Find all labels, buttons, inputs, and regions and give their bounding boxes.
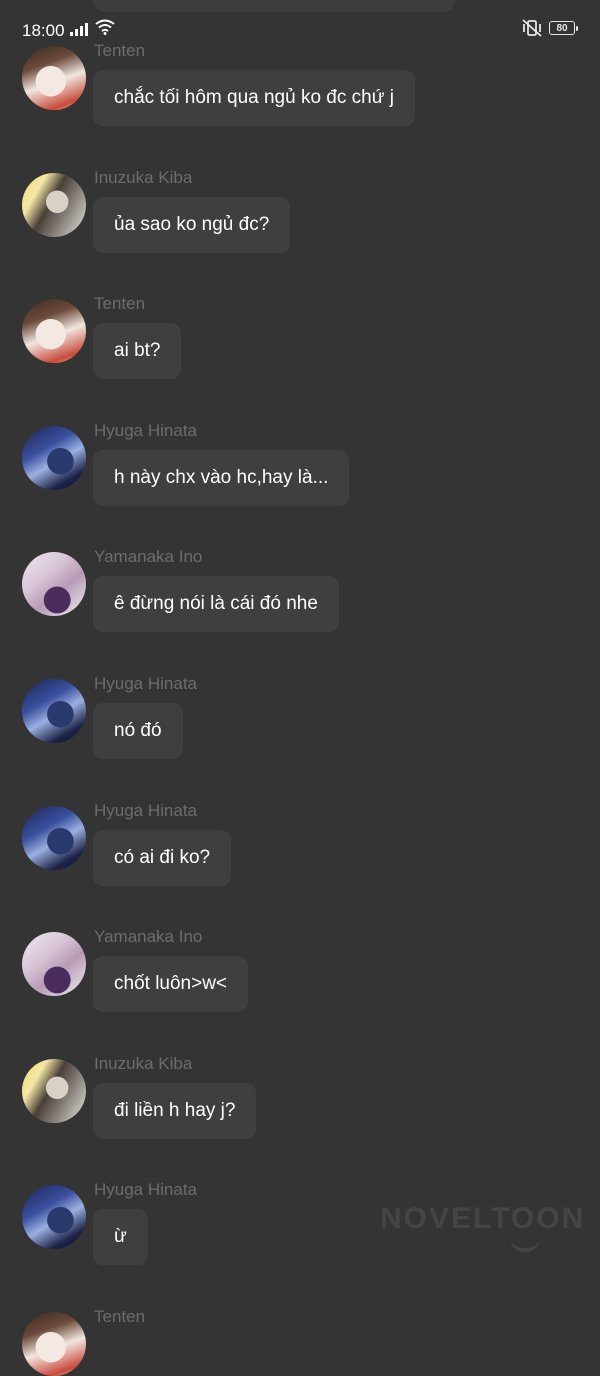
status-time: 18:00: [22, 21, 65, 40]
hinata-avatar[interactable]: [22, 425, 86, 490]
hinata-avatar[interactable]: [22, 679, 86, 743]
message-bubble[interactable]: có ai đi ko?: [93, 829, 232, 886]
kiba-avatar[interactable]: [22, 172, 86, 237]
message-bubble[interactable]: chốt luôn>w<: [93, 956, 249, 1013]
kiba-avatar[interactable]: [22, 1058, 86, 1123]
sender-name: Inuzuka Kiba: [94, 1053, 193, 1073]
tenten-avatar[interactable]: [22, 1312, 86, 1376]
sender-name: Hyuga Hinata: [94, 1180, 198, 1200]
sender-name: Tenten: [94, 294, 146, 314]
message-bubble-partial: [93, 0, 455, 12]
battery-icon: 80: [549, 21, 578, 35]
tenten-avatar[interactable]: [22, 299, 86, 364]
message-bubble[interactable]: ừ: [93, 1209, 148, 1266]
signal-icon: [70, 22, 88, 36]
sender-name: Hyuga Hinata: [94, 800, 198, 820]
message-bubble[interactable]: h này chx vào hc,hay là...: [93, 449, 350, 506]
message-bubble[interactable]: ê đừng nói là cái đó nhe: [93, 576, 339, 633]
message-bubble[interactable]: nó đó: [93, 703, 183, 759]
message-bubble[interactable]: ủa sao ko ngủ đc?: [93, 196, 291, 253]
watermark-smile-icon: [510, 1238, 540, 1252]
message-bubble[interactable]: đi liền h hay j?: [93, 1082, 257, 1139]
sender-name: Tenten: [94, 41, 146, 60]
message-bubble[interactable]: chắc tối hôm qua ngủ ko đc chứ j: [93, 70, 415, 126]
sender-name: Inuzuka Kiba: [94, 167, 193, 187]
watermark-logo: NOVELTOON: [380, 1202, 586, 1235]
ino-avatar[interactable]: [22, 552, 86, 617]
hinata-avatar[interactable]: [22, 1185, 86, 1250]
hinata-avatar[interactable]: [22, 805, 86, 870]
message-bubble[interactable]: ai bt?: [93, 323, 182, 380]
sender-name: Hyuga Hinata: [94, 674, 198, 693]
wifi-icon: [95, 19, 115, 40]
sender-name: Tenten: [94, 1307, 146, 1326]
sender-name: Yamanaka Ino: [94, 547, 203, 567]
sender-name: Yamanaka Ino: [94, 927, 203, 947]
tenten-avatar[interactable]: [22, 46, 86, 110]
vibrate-off-icon: [521, 19, 543, 42]
sender-name: Hyuga Hinata: [94, 420, 198, 440]
ino-avatar[interactable]: [22, 932, 86, 997]
